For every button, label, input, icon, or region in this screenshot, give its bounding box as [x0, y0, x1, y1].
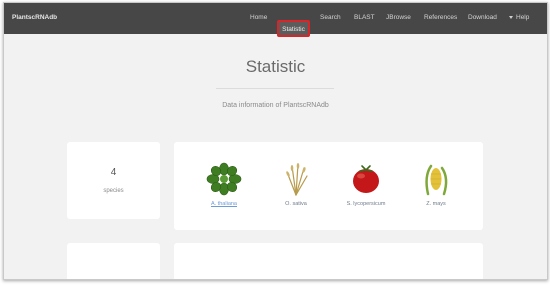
- species-item-arabidopsis[interactable]: A. thaliana: [194, 162, 254, 207]
- page-subtitle: Data information of PlantscRNAdb: [222, 102, 329, 109]
- tomato-icon: [353, 165, 379, 193]
- second-gallery-card: [174, 243, 483, 279]
- nav-download[interactable]: Download: [468, 14, 497, 21]
- dropdown-caret-icon: [509, 15, 513, 19]
- site-brand[interactable]: PlantscRNAdb: [12, 14, 57, 21]
- nav-references[interactable]: References: [424, 14, 457, 21]
- second-count-card: [67, 243, 160, 279]
- title-divider: [216, 88, 334, 89]
- nav-search[interactable]: Search: [320, 14, 341, 21]
- species-item-tomato[interactable]: S. lycopersicum: [336, 162, 396, 207]
- species-label-tomato[interactable]: S. lycopersicum: [336, 201, 396, 207]
- browser-window: PlantscRNAdb Home Statistic Search BLAST…: [3, 2, 548, 280]
- rice-plant-icon: [286, 163, 308, 196]
- species-count-number: 4: [110, 167, 117, 178]
- species-item-maize[interactable]: Z. mays: [406, 162, 466, 207]
- page-title: Statistic: [245, 57, 306, 76]
- species-label-maize[interactable]: Z. mays: [406, 201, 466, 207]
- arabidopsis-rosette-icon: [206, 162, 242, 196]
- top-navbar: PlantscRNAdb Home Statistic Search BLAST…: [4, 3, 547, 37]
- species-count-label: species: [103, 188, 124, 194]
- species-label-arabidopsis[interactable]: A. thaliana: [194, 201, 254, 207]
- nav-home[interactable]: Home: [250, 14, 267, 21]
- species-gallery-card: A. thaliana O. sativa S. lycopersicum Z.…: [174, 142, 483, 230]
- species-count-card: 4 species: [67, 142, 160, 219]
- nav-statistic-label: Statistic: [282, 26, 305, 33]
- maize-icon: [425, 164, 448, 196]
- nav-help[interactable]: Help: [509, 14, 529, 21]
- nav-blast[interactable]: BLAST: [354, 14, 375, 21]
- nav-jbrowse[interactable]: JBrowse: [386, 14, 411, 21]
- species-item-rice[interactable]: O. sativa: [266, 162, 326, 207]
- nav-help-label: Help: [516, 14, 530, 21]
- nav-statistic[interactable]: Statistic: [277, 20, 310, 37]
- species-label-rice[interactable]: O. sativa: [266, 201, 326, 207]
